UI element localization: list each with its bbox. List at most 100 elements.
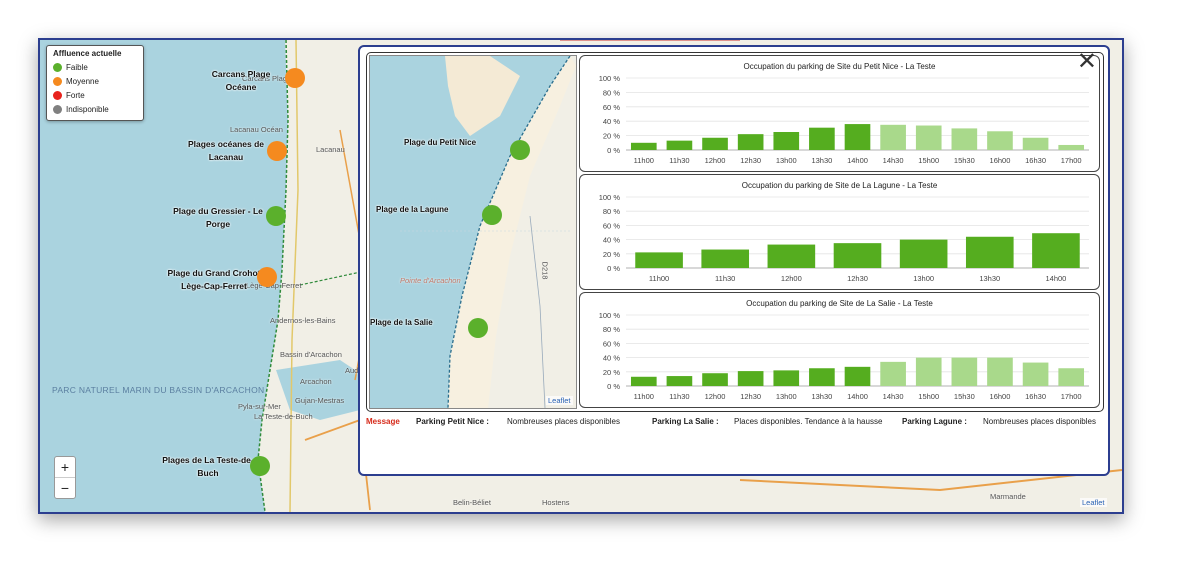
zoom-control: + − [54,456,76,499]
legend-item-indisponible: Indisponible [53,102,137,116]
close-icon[interactable]: ✕ [1077,53,1097,75]
x-tick-label: 17h00 [1061,392,1082,401]
message-parking-text: Places disponibles. Tendance à la hausse [734,417,883,426]
y-tick-label: 80 % [603,325,620,334]
x-tick-label: 12h30 [740,156,761,165]
bar [635,252,683,268]
legend-item-forte: Forte [53,88,137,102]
leaflet-attribution-link[interactable]: Leaflet [1080,498,1107,507]
x-tick-label: 11h30 [669,392,689,401]
y-tick-label: 0 % [607,382,620,391]
mini-marker-salie[interactable] [468,318,488,338]
bar [767,244,816,268]
bar [951,128,978,150]
y-tick-label: 100 % [599,311,621,320]
y-tick-label: 20 % [603,132,620,141]
marker-grand-crohot[interactable] [257,267,277,287]
zoom-out-button[interactable]: − [55,477,75,498]
x-tick-label: 15h00 [918,392,939,401]
y-tick-label: 0 % [607,264,620,273]
chart-petit-nice: Occupation du parking de Site du Petit N… [599,62,1089,165]
x-tick-label: 11h00 [634,156,654,165]
town-label: Bassin d'Arcachon [280,350,342,359]
message-parking-label: Parking La Salie : [652,417,719,426]
bar [915,357,942,386]
x-tick-label: 11h00 [634,392,654,401]
parc-label: PARC NATUREL MARIN DU BASSIN D'ARCACHON [52,385,265,395]
red-dot-icon [53,90,62,100]
x-tick-label: 12h00 [781,274,802,283]
y-tick-label: 20 % [603,368,620,377]
y-tick-label: 100 % [599,74,621,83]
legend-label: Moyenne [66,76,99,86]
legend-item-faible: Faible [53,60,137,74]
popup-content: Plage du Petit Nice Plage de la Lagune P… [366,52,1104,412]
bar [1032,233,1080,268]
mini-marker-petit-nice[interactable] [510,140,530,160]
bar [666,140,693,150]
y-tick-label: 0 % [607,146,620,155]
town-label: Lacanau [316,145,345,154]
legend: Affluence actuelle Faible Moyenne Forte … [46,45,144,121]
chart-panel-lagune: Occupation du parking de Site de La Lagu… [579,174,1100,290]
zoom-in-button[interactable]: + [55,457,75,477]
map-container[interactable]: Affluence actuelle Faible Moyenne Forte … [38,38,1124,514]
place-label-lacanau: Plages océanes de Lacanau [187,139,265,162]
x-tick-label: 12h30 [740,392,761,401]
orange-dot-icon [53,76,62,86]
bar [1058,368,1085,386]
legend-title: Affluence actuelle [53,49,122,58]
x-tick-label: 15h00 [918,156,939,165]
marker-carcans[interactable] [285,68,305,88]
legend-item-moyenne: Moyenne [53,74,137,88]
x-tick-label: 17h00 [1061,156,1082,165]
grey-dot-icon [53,104,62,114]
x-tick-label: 12h00 [705,392,726,401]
marker-la-teste[interactable] [250,456,270,476]
bar [844,124,871,150]
bar [702,373,728,386]
mini-leaflet-attribution-link[interactable]: Leaflet [546,396,573,405]
x-tick-label: 11h30 [715,274,735,283]
town-label: Belin-Béliet [453,498,491,507]
bar [773,132,800,150]
x-tick-label: 16h30 [1025,156,1046,165]
mini-place-label: Plage de la Lagune [376,205,449,214]
bar [951,357,978,386]
x-tick-label: 16h30 [1025,392,1046,401]
bar [833,243,882,268]
chart-panel-petit-nice: Occupation du parking de Site du Petit N… [579,55,1100,172]
bar [844,366,871,386]
bar [880,124,906,150]
x-tick-label: 13h00 [776,392,797,401]
mini-road-label: D218 [540,261,550,280]
town-label: Gujan-Mestras [295,396,345,405]
bar [737,134,764,150]
chart-title: Occupation du parking de Site du Petit N… [744,62,937,71]
x-tick-label: 16h00 [990,156,1011,165]
bar [702,137,728,150]
mini-map-canvas[interactable] [370,56,576,408]
bar [1022,137,1049,150]
x-tick-label: 15h30 [954,392,975,401]
bar [987,357,1013,386]
x-tick-label: 12h00 [705,156,726,165]
x-tick-label: 15h30 [954,156,975,165]
message-parking-label: Parking Petit Nice : [416,417,489,426]
bar [915,125,942,150]
message-label: Message [366,417,400,426]
mini-place-label: Plage de la Salie [370,318,433,327]
y-tick-label: 60 % [603,221,620,230]
marker-lacanau[interactable] [267,141,287,161]
bar [809,127,835,150]
marker-gressier[interactable] [266,206,286,226]
message-parking-text: Nombreuses places disponibles [507,417,620,426]
bar [701,249,750,268]
x-tick-label: 14h30 [883,156,904,165]
mini-marker-lagune[interactable] [482,205,502,225]
bar [737,371,764,386]
x-tick-label: 11h30 [669,156,689,165]
mini-map[interactable]: Plage du Petit Nice Plage de la Lagune P… [369,55,577,409]
chart-title: Occupation du parking de Site de La Lagu… [742,181,938,190]
x-tick-label: 12h30 [847,274,868,283]
